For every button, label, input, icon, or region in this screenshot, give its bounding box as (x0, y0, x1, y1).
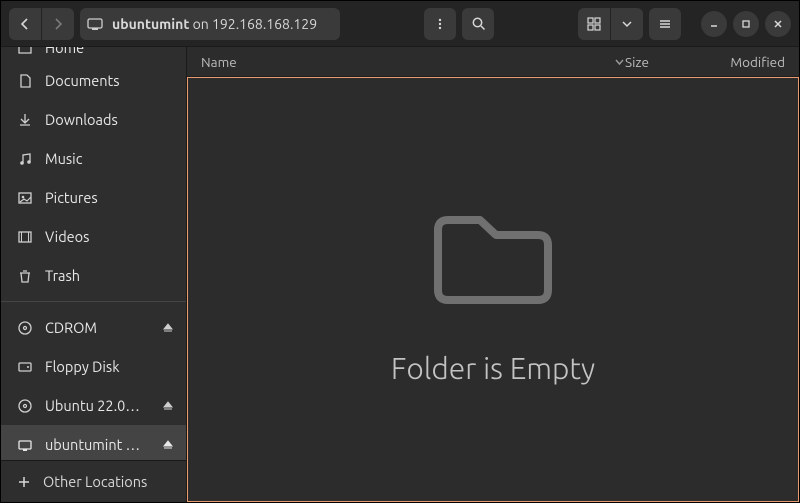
kebab-icon (433, 17, 447, 31)
sidebar-mount-floppy[interactable]: Floppy Disk (1, 347, 186, 386)
close-button[interactable] (765, 11, 791, 37)
grid-icon (587, 17, 601, 31)
hamburger-button[interactable] (649, 8, 681, 40)
sidebar-item-pictures[interactable]: Pictures (1, 178, 186, 217)
sidebar-item-label: Floppy Disk (45, 358, 176, 375)
sidebar-item-label: Downloads (45, 111, 176, 128)
headerbar: ubuntumint on 192.168.168.129 (1, 1, 799, 47)
sidebar: Home Documents Downloads Music Pictures … (1, 47, 187, 502)
music-icon (17, 151, 33, 167)
eject-button[interactable] (160, 439, 176, 451)
sidebar-item-label: Documents (45, 72, 176, 89)
hamburger-icon (658, 17, 672, 31)
forward-button[interactable] (42, 8, 74, 40)
close-icon (773, 19, 783, 29)
sidebar-item-label: Videos (45, 228, 176, 245)
sort-chevron-icon (614, 56, 625, 67)
trash-icon (17, 268, 33, 284)
content-area: Name Size Modified Folder is Empty (187, 47, 799, 502)
chevron-down-icon (621, 18, 633, 30)
sidebar-mount-ubuntumint[interactable]: ubuntumint … (1, 425, 186, 460)
maximize-icon (741, 19, 751, 29)
column-header: Name Size Modified (187, 47, 799, 77)
nav-buttons (9, 8, 74, 40)
menu-button[interactable] (424, 8, 456, 40)
file-view[interactable]: Folder is Empty (187, 77, 799, 502)
column-size[interactable]: Size (625, 54, 695, 70)
sidebar-item-downloads[interactable]: Downloads (1, 100, 186, 139)
path-text: ubuntumint on 192.168.168.129 (112, 16, 317, 32)
empty-message: Folder is Empty (391, 351, 595, 385)
view-switcher (578, 8, 643, 40)
sidebar-item-label: ubuntumint … (45, 436, 148, 453)
network-drive-icon (86, 15, 104, 33)
minimize-icon (709, 19, 719, 29)
eject-button[interactable] (160, 322, 176, 334)
sidebar-item-label: Pictures (45, 189, 176, 206)
pictures-icon (17, 190, 33, 206)
back-button[interactable] (9, 8, 41, 40)
network-drive-icon (17, 437, 33, 453)
sidebar-other-locations[interactable]: Other Locations (1, 460, 186, 502)
sidebar-item-label: Music (45, 150, 176, 167)
maximize-button[interactable] (733, 11, 759, 37)
sidebar-item-videos[interactable]: Videos (1, 217, 186, 256)
plus-icon (17, 475, 31, 489)
sidebar-item-documents[interactable]: Documents (1, 61, 186, 100)
sidebar-item-label: CDROM (45, 319, 148, 336)
sidebar-list: Home Documents Downloads Music Pictures … (1, 47, 186, 460)
search-button[interactable] (462, 8, 494, 40)
minimize-button[interactable] (701, 11, 727, 37)
path-bar[interactable]: ubuntumint on 192.168.168.129 (80, 8, 340, 40)
sidebar-other-label: Other Locations (43, 473, 147, 490)
drive-icon (17, 359, 33, 375)
empty-folder-icon (418, 195, 568, 315)
view-dropdown-button[interactable] (611, 8, 643, 40)
disc-icon (17, 398, 33, 414)
sidebar-item-label: Ubuntu 22.0… (45, 397, 148, 414)
sidebar-item-home[interactable]: Home (1, 47, 186, 61)
chevron-left-icon (19, 18, 31, 30)
disc-icon (17, 320, 33, 336)
column-modified[interactable]: Modified (695, 54, 785, 70)
downloads-icon (17, 112, 33, 128)
column-name[interactable]: Name (201, 54, 625, 70)
sidebar-separator (1, 301, 186, 302)
sidebar-mount-ubuntu-iso[interactable]: Ubuntu 22.0… (1, 386, 186, 425)
main: Home Documents Downloads Music Pictures … (1, 47, 799, 502)
sidebar-mount-cdrom[interactable]: CDROM (1, 308, 186, 347)
home-icon (17, 47, 33, 55)
sidebar-item-label: Trash (45, 267, 176, 284)
eject-button[interactable] (160, 400, 176, 412)
sidebar-item-label: Home (45, 47, 176, 56)
sidebar-item-music[interactable]: Music (1, 139, 186, 178)
search-icon (471, 16, 486, 31)
sidebar-item-trash[interactable]: Trash (1, 256, 186, 295)
chevron-right-icon (52, 18, 64, 30)
grid-view-button[interactable] (578, 8, 610, 40)
documents-icon (17, 73, 33, 89)
videos-icon (17, 229, 33, 245)
